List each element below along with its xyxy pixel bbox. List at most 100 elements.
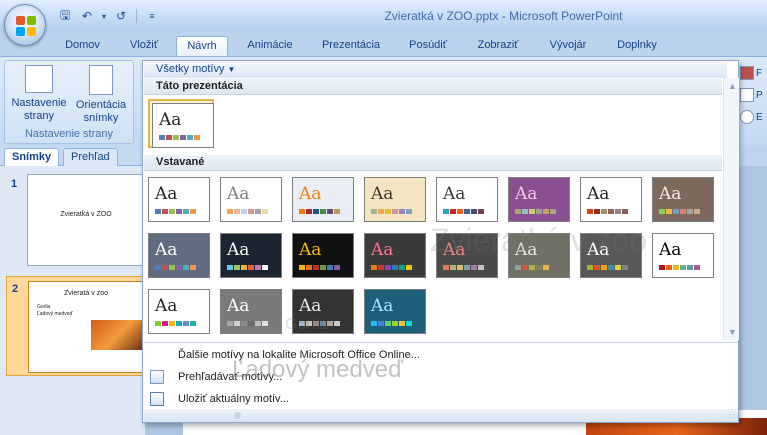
- theme-thumbnail[interactable]: Aa: [506, 175, 572, 224]
- theme-thumbnail[interactable]: Aa: [578, 175, 644, 224]
- ribbon-right-controls: F P E: [740, 62, 767, 132]
- color-swatch: [464, 265, 470, 270]
- color-swatch: [334, 321, 340, 326]
- theme-preview: Aa: [148, 289, 210, 334]
- color-swatch: [378, 209, 384, 214]
- theme-thumbnail[interactable]: Aa: [146, 231, 212, 280]
- tab-animacie[interactable]: Animácie: [238, 36, 302, 56]
- tab-outline[interactable]: Prehľad: [63, 148, 118, 166]
- theme-thumbnail[interactable]: Aa: [290, 175, 356, 224]
- gallery-resize-grip[interactable]: ∷: [144, 409, 738, 422]
- color-swatch: [248, 265, 254, 270]
- theme-thumbnail[interactable]: Aa: [362, 231, 428, 280]
- color-swatch: [385, 265, 391, 270]
- color-swatch: [666, 265, 672, 270]
- scroll-down-icon[interactable]: ▼: [728, 327, 737, 337]
- theme-thumbnail[interactable]: Aa: [362, 175, 428, 224]
- color-swatch: [543, 265, 549, 270]
- office-logo-icon: [16, 16, 36, 36]
- color-swatch: [399, 265, 405, 270]
- color-swatch: [673, 209, 679, 214]
- fonts-label: P: [756, 89, 763, 101]
- colors-label: F: [756, 67, 763, 79]
- gallery-scrollbar[interactable]: ▲ ▼: [723, 78, 739, 340]
- color-swatch: [320, 265, 326, 270]
- theme-sample-text: Aa: [299, 184, 322, 204]
- page-setup-button[interactable]: Nastavenie strany: [9, 65, 69, 127]
- color-swatch: [155, 265, 161, 270]
- color-swatch: [471, 265, 477, 270]
- colors-control[interactable]: F: [740, 62, 767, 84]
- color-swatch: [334, 265, 340, 270]
- color-swatch: [659, 265, 665, 270]
- theme-thumbnail[interactable]: Aa: [146, 175, 212, 224]
- slide-orientation-button[interactable]: Orientácia snímky: [71, 65, 131, 127]
- color-swatch: [255, 209, 261, 214]
- chevron-down-icon: ▼: [227, 65, 236, 74]
- tab-vlozit[interactable]: Vložiť: [118, 36, 170, 56]
- color-swatch: [543, 209, 549, 214]
- current-theme-thumbnail[interactable]: Aa: [148, 99, 214, 148]
- slide-bullet-ghost: Ľadový medveď: [232, 356, 403, 383]
- theme-thumbnail[interactable]: Aa: [650, 231, 716, 280]
- theme-thumbnail[interactable]: Aa: [434, 175, 500, 224]
- theme-swatches: [227, 265, 268, 270]
- theme-preview: Aa: [652, 233, 714, 278]
- color-swatch: [615, 209, 621, 214]
- slide-thumbnail-bullet: Gorila: [37, 304, 51, 310]
- theme-thumbnail[interactable]: Aa: [218, 231, 284, 280]
- color-swatch: [227, 265, 233, 270]
- theme-swatches: [443, 265, 484, 270]
- office-button[interactable]: [4, 4, 46, 46]
- theme-thumbnail[interactable]: Aa: [218, 175, 284, 224]
- tab-posudit[interactable]: Posúdiť: [400, 36, 456, 56]
- theme-thumbnail[interactable]: Aa: [146, 287, 212, 336]
- tab-domov[interactable]: Domov: [55, 36, 110, 56]
- tab-prezentacia[interactable]: Prezentácia: [314, 36, 388, 56]
- color-swatch: [159, 135, 165, 140]
- color-swatch: [587, 265, 593, 270]
- color-swatch: [392, 265, 398, 270]
- theme-thumbnail[interactable]: Aa: [362, 287, 428, 336]
- color-swatch: [457, 265, 463, 270]
- color-swatch: [515, 209, 521, 214]
- color-swatch: [680, 265, 686, 270]
- theme-sample-text: Aa: [587, 184, 610, 204]
- tab-vyvojar[interactable]: Vývojár: [540, 36, 596, 56]
- color-swatch: [241, 209, 247, 214]
- theme-preview: Aa: [152, 103, 214, 148]
- color-swatch: [255, 321, 261, 326]
- scroll-up-icon[interactable]: ▲: [728, 81, 737, 91]
- color-swatch: [234, 321, 240, 326]
- theme-swatches: [659, 265, 700, 270]
- effects-control[interactable]: E: [740, 106, 767, 128]
- theme-sample-text: Aa: [299, 296, 322, 316]
- color-swatch: [299, 209, 305, 214]
- gallery-filter-dropdown[interactable]: Všetky motívy ▼: [144, 62, 727, 78]
- theme-swatches: [227, 209, 268, 214]
- tab-navrh[interactable]: Návrh: [176, 36, 228, 56]
- color-swatch: [622, 265, 628, 270]
- theme-swatches: [155, 265, 196, 270]
- theme-preview: Aa: [580, 177, 642, 222]
- fonts-control[interactable]: P: [740, 84, 767, 106]
- resize-corner-icon[interactable]: ∷: [730, 412, 735, 421]
- color-swatch: [406, 321, 412, 326]
- color-swatch: [399, 321, 405, 326]
- color-swatch: [550, 265, 556, 270]
- slides-pane: 1 Zvieratká v ZOO 2 Zvieratá v zoo Goril…: [0, 166, 145, 435]
- theme-thumbnail[interactable]: Aa: [650, 175, 716, 224]
- tab-slides[interactable]: Snímky: [4, 148, 60, 166]
- slide-thumbnail-1[interactable]: Zvieratká v ZOO: [27, 174, 145, 266]
- theme-swatches: [155, 209, 196, 214]
- color-swatch: [406, 209, 412, 214]
- color-swatch: [227, 209, 233, 214]
- save-current-theme-item[interactable]: Uložiť aktuálny motív...: [144, 388, 738, 410]
- color-swatch: [173, 135, 179, 140]
- grip-dot-icon: [234, 412, 241, 419]
- slide-thumbnail-2[interactable]: 2 Zvieratá v zoo Gorila Ľadový medveď: [6, 276, 145, 376]
- theme-thumbnail[interactable]: Aa: [218, 287, 284, 336]
- tab-zobrazit[interactable]: Zobraziť: [466, 36, 530, 56]
- tab-doplnky[interactable]: Doplnky: [608, 36, 666, 56]
- theme-thumbnail[interactable]: Aa: [290, 231, 356, 280]
